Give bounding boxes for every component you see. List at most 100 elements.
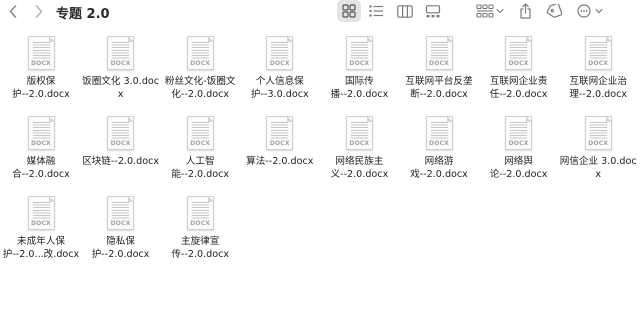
file-name: 隐私保 护--2.0.docx <box>81 235 161 261</box>
list-view-icon <box>368 5 384 17</box>
file-extension-label: DOCX <box>31 140 51 147</box>
document-lines <box>350 42 368 59</box>
chevron-left-icon <box>9 4 17 18</box>
file-name-line: 个人信息保 <box>255 76 304 87</box>
file-extension-label: DOCX <box>429 140 449 147</box>
file-extension-label: DOCX <box>31 220 51 227</box>
share-button[interactable] <box>514 0 536 22</box>
file-name-line: 隐私保 <box>106 236 135 247</box>
file-extension-label: DOCX <box>349 140 370 147</box>
file-name-line: 网络舆 <box>504 156 533 167</box>
file-name-line: 传--2.0.docx <box>171 249 230 260</box>
document-lines <box>112 202 130 219</box>
docx-file-icon: DOCX <box>266 116 294 150</box>
file-name-line: 理--2.0.docx <box>569 89 628 100</box>
file-extension-label: DOCX <box>190 140 211 147</box>
file-extension-label: DOCX <box>110 60 131 67</box>
file-name: 人工智 能--2.0.docx <box>160 155 240 181</box>
list-view-button[interactable] <box>364 0 388 22</box>
file-item[interactable]: DOCX 隐私保 护--2.0.docx <box>81 196 161 261</box>
tag-button[interactable] <box>543 0 565 22</box>
file-item[interactable]: DOCX 互联网企业责 任--2.0.docx <box>479 36 559 101</box>
file-name: 互联网平台反垄 断--2.0.docx <box>399 75 479 101</box>
group-by-icon <box>476 4 504 18</box>
file-item[interactable]: DOCX 网络民族主 义--2.0.docx <box>319 116 399 181</box>
docx-file-icon: DOCX <box>27 196 55 230</box>
file-item[interactable]: DOCX 互联网平台反垄 断--2.0.docx <box>399 36 479 101</box>
file-item[interactable]: DOCX 互联网企业治 理--2.0.docx <box>558 36 638 101</box>
file-item[interactable]: DOCX 算法--2.0.docx <box>240 116 320 168</box>
file-name-line: 论--2.0.docx <box>489 169 548 180</box>
icon-view-button[interactable] <box>337 0 361 22</box>
file-name: 国际传播--2.0.docx <box>319 75 399 101</box>
more-icon <box>577 4 603 18</box>
file-name-line: 网络民族主 <box>335 156 384 167</box>
file-item[interactable]: DOCX 版权保 护--2.0.docx <box>1 36 81 101</box>
column-view-button[interactable] <box>393 0 417 22</box>
file-extension-label: DOCX <box>31 60 51 67</box>
docx-file-icon: DOCX <box>584 116 612 150</box>
document-lines <box>112 42 130 59</box>
document-lines <box>191 122 209 139</box>
file-name-line: 国际传 <box>345 76 374 87</box>
file-extension-label: DOCX <box>588 60 609 67</box>
file-item[interactable]: DOCX 未成年人保 护--2.0...改.docx <box>1 196 81 261</box>
file-name: 互联网企业治 理--2.0.docx <box>558 75 638 101</box>
file-name-line: 媒体融 <box>26 156 56 167</box>
gallery-view-button[interactable] <box>421 0 445 22</box>
document-lines <box>430 122 448 139</box>
docx-file-icon: DOCX <box>584 36 612 70</box>
file-item[interactable]: DOCX 粉丝文化-饭圈文 化--2.0.docx <box>160 36 240 101</box>
document-lines <box>510 42 528 59</box>
file-item[interactable]: DOCX 个人信息保护--3.0.docx <box>240 36 320 101</box>
file-name: 网络民族主 义--2.0.docx <box>319 155 399 181</box>
file-name: 网络游 戏--2.0.docx <box>399 155 479 181</box>
file-name-line: 断--2.0.docx <box>410 89 468 100</box>
file-item[interactable]: DOCX 网络舆 论--2.0.docx <box>479 116 559 181</box>
column-view-icon <box>397 4 413 18</box>
file-item[interactable]: DOCX 人工智 能--2.0.docx <box>160 116 240 181</box>
document-lines <box>32 202 50 219</box>
docx-file-icon: DOCX <box>107 36 135 70</box>
file-name-line: 未成年人保 <box>17 236 65 247</box>
document-lines <box>430 42 448 59</box>
file-name-line: 戏--2.0.docx <box>410 169 468 180</box>
document-lines <box>32 122 50 139</box>
finder-toolbar: 专题 2.0 <box>0 0 640 22</box>
file-item[interactable]: DOCX 网信企业 3.0.docx <box>558 116 638 181</box>
file-name-line: 互联网平台反垄 <box>405 76 473 87</box>
docx-file-icon: DOCX <box>425 36 453 70</box>
file-name-line: 互联网企业治 <box>569 76 627 87</box>
document-lines <box>589 122 607 139</box>
file-name-line: 化--2.0.docx <box>171 89 230 100</box>
more-button[interactable] <box>575 0 605 22</box>
back-button[interactable] <box>6 0 20 22</box>
file-name-line: 播--2.0.docx <box>330 89 389 100</box>
file-name: 个人信息保护--3.0.docx <box>240 75 320 101</box>
file-item[interactable]: DOCX 国际传 播--2.0.docx <box>319 36 399 101</box>
file-item[interactable]: DOCX 网络游 戏--2.0.docx <box>399 116 479 181</box>
file-extension-label: DOCX <box>269 60 290 67</box>
file-name-line: 互联网企业责 <box>489 76 548 87</box>
file-item[interactable]: DOCX 媒体融 合--2.0.docx <box>1 116 81 181</box>
share-icon <box>519 3 532 19</box>
file-name: 网信企业 3.0.docx <box>558 155 638 181</box>
forward-button[interactable] <box>32 0 46 22</box>
file-item[interactable]: DOCX 区块链--2.0.docx <box>81 116 161 168</box>
docx-file-icon: DOCX <box>107 196 135 230</box>
docx-file-icon: DOCX <box>186 116 214 150</box>
file-item[interactable]: DOCX 主旋律宣 传--2.0.docx <box>160 196 240 261</box>
file-name-line: 护--3.0.docx <box>250 89 309 100</box>
window-title: 专题 2.0 <box>56 7 110 22</box>
group-by-button[interactable] <box>474 0 506 22</box>
file-name: 粉丝文化-饭圈文 化--2.0.docx <box>160 75 240 101</box>
file-extension-label: DOCX <box>190 60 211 67</box>
file-name-line: 任--2.0.docx <box>489 89 548 100</box>
docx-file-icon: DOCX <box>425 116 453 150</box>
file-item[interactable]: DOCX 饭圈文化 3.0.docx <box>81 36 161 101</box>
document-lines <box>589 42 607 59</box>
document-lines <box>510 122 528 139</box>
docx-file-icon: DOCX <box>107 116 135 150</box>
document-lines <box>191 202 209 219</box>
docx-file-icon: DOCX <box>345 116 373 150</box>
